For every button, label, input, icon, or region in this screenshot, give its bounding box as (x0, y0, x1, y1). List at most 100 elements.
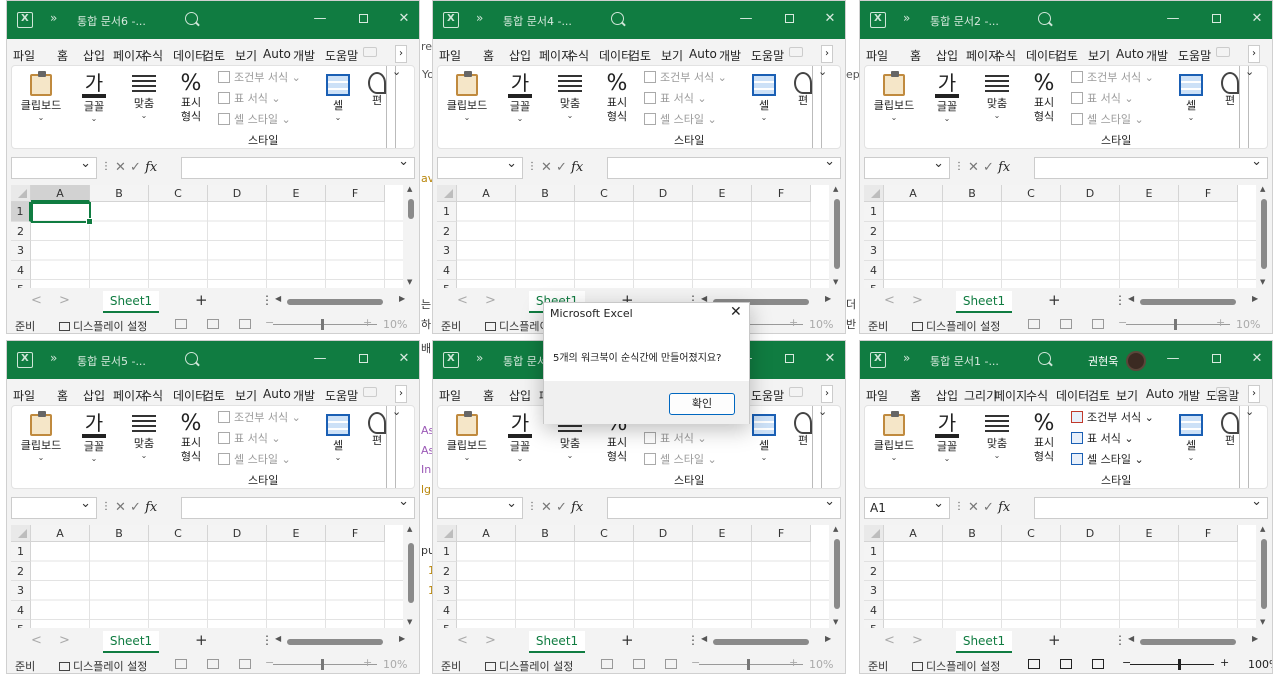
editing-button[interactable]: 편 (368, 70, 386, 108)
close-button[interactable]: ✕ (395, 10, 413, 28)
ribbon-tab[interactable]: 수식 (1026, 387, 1048, 404)
normal-view-icon[interactable] (175, 659, 187, 669)
add-sheet-button[interactable]: + (621, 631, 634, 649)
avatar[interactable] (1126, 351, 1146, 371)
column-header[interactable]: F (752, 525, 811, 542)
prev-sheet-icon[interactable]: < (884, 633, 895, 648)
row-header[interactable]: 4 (11, 260, 31, 280)
ribbon-tab[interactable]: 검토 (203, 47, 225, 64)
font-button[interactable]: 가 글꼴 ⌄ (927, 70, 967, 124)
cell-style-button[interactable]: 셀 스타일 ⌄ (644, 112, 734, 133)
more-icon[interactable]: ⋮ (1114, 293, 1126, 307)
ribbon-scroll[interactable] (812, 406, 822, 488)
next-sheet-icon[interactable]: > (485, 293, 496, 308)
ribbon-tab[interactable]: 파일 (439, 47, 461, 64)
ribbon-tab[interactable]: 파일 (13, 387, 35, 404)
ribbon-scroll[interactable] (1239, 66, 1249, 148)
table-format-button[interactable]: 표 서식 ⌄ (218, 91, 308, 112)
more-icon[interactable]: ⋮ (527, 161, 537, 172)
tabs-scroll-right-icon[interactable]: › (1248, 385, 1260, 403)
ribbon-tab[interactable]: 도움말 (1178, 47, 1211, 64)
number-format-button[interactable]: % 표시 형식 (1023, 70, 1065, 124)
close-button[interactable]: ✕ (1248, 350, 1266, 368)
close-button[interactable]: ✕ (821, 10, 839, 28)
maximize-button[interactable] (354, 350, 372, 368)
vertical-scrollbar[interactable]: ▲ ▼ (405, 185, 417, 288)
title-bar[interactable]: » 통합 문서1 -... — ✕ 권현욱 (860, 341, 1272, 379)
ribbon-tab[interactable]: 개발 (1146, 47, 1168, 64)
page-break-view-icon[interactable] (1092, 319, 1104, 329)
zoom-in-icon[interactable]: + (363, 656, 372, 669)
comments-icon[interactable] (363, 47, 377, 57)
ribbon-tab[interactable]: 그리기 (964, 387, 997, 404)
scroll-left-icon[interactable]: ◀ (1128, 634, 1134, 643)
search-icon[interactable] (185, 12, 198, 25)
ribbon-tab[interactable]: 도움말 (325, 47, 358, 64)
row-header[interactable]: 3 (864, 241, 884, 261)
add-sheet-button[interactable]: + (1048, 631, 1061, 649)
scroll-left-icon[interactable]: ◀ (1128, 294, 1134, 303)
prev-sheet-icon[interactable]: < (31, 633, 42, 648)
column-header[interactable]: E (693, 185, 752, 202)
ribbon-tab[interactable]: 수식 (141, 387, 163, 404)
row-header[interactable]: 5 (11, 280, 31, 288)
add-sheet-button[interactable]: + (195, 291, 208, 309)
maximize-button[interactable] (354, 10, 372, 28)
search-icon[interactable] (1038, 352, 1051, 365)
ribbon-tab[interactable]: 파일 (439, 387, 461, 404)
insert-function-icon[interactable]: fx (571, 500, 583, 515)
ribbon-tab[interactable]: 수식 (141, 47, 163, 64)
tabs-scroll-right-icon[interactable]: › (395, 45, 407, 63)
column-header[interactable]: C (149, 185, 208, 202)
name-box[interactable] (864, 154, 950, 179)
ribbon-tab[interactable]: 파일 (13, 47, 35, 64)
comments-icon[interactable] (363, 387, 377, 397)
page-layout-view-icon[interactable] (633, 659, 645, 669)
column-header[interactable]: D (208, 525, 267, 542)
cancel-icon[interactable]: ✕ (968, 160, 979, 175)
title-bar[interactable]: » 통합 문서2 -... — ✕ (860, 1, 1272, 39)
display-settings-button[interactable]: 디스플레이 설정 (912, 658, 1000, 673)
more-icon[interactable]: ⋮ (101, 161, 111, 172)
column-header[interactable]: A (457, 525, 516, 542)
cells-button[interactable]: 셀 ⌄ (744, 70, 784, 123)
formula-input[interactable] (181, 154, 415, 179)
select-all-corner[interactable] (864, 525, 884, 542)
ribbon-tab[interactable]: 수식 (994, 47, 1016, 64)
display-settings-button[interactable]: 디스플레이 설정 (912, 318, 1000, 333)
scroll-down-icon[interactable]: ▼ (833, 618, 838, 626)
page-break-view-icon[interactable] (239, 659, 251, 669)
maximize-button[interactable] (1207, 10, 1225, 28)
row-header[interactable]: 2 (864, 221, 884, 241)
row-header[interactable]: 1 (864, 202, 884, 222)
ribbon-tab[interactable]: 삽입 (83, 387, 105, 404)
next-sheet-icon[interactable]: > (59, 293, 70, 308)
font-button[interactable]: 가 글꼴 ⌄ (927, 410, 967, 464)
vertical-scrollbar[interactable]: ▲ ▼ (1258, 525, 1270, 628)
collapse-ribbon-icon[interactable]: ⌄ (392, 405, 401, 418)
normal-view-icon[interactable] (601, 659, 613, 669)
column-header[interactable]: F (1179, 185, 1238, 202)
horizontal-scrollbar[interactable]: ◀ ▶ (1126, 294, 1262, 307)
row-header[interactable]: 1 (11, 202, 31, 222)
row-header[interactable]: 5 (864, 620, 884, 628)
ribbon-tab[interactable]: Auto (263, 387, 291, 401)
quick-access-chevron-icon[interactable]: » (50, 11, 57, 25)
vertical-scrollbar[interactable]: ▲ ▼ (1258, 185, 1270, 288)
ribbon-tab[interactable]: 검토 (629, 47, 651, 64)
insert-function-icon[interactable]: fx (145, 160, 157, 175)
clipboard-button[interactable]: 클립보드 ⌄ (869, 410, 919, 463)
zoom-slider[interactable] (273, 319, 377, 330)
scroll-right-icon[interactable]: ▶ (825, 294, 831, 303)
table-format-button[interactable]: 표 서식 ⌄ (644, 431, 734, 452)
worksheet-grid[interactable]: ABCDEF 12345 (864, 185, 1256, 288)
ribbon-tab[interactable]: 검토 (203, 387, 225, 404)
vertical-scroll-thumb[interactable] (1261, 539, 1267, 609)
ribbon-tab[interactable]: 검토 (1088, 387, 1110, 404)
ribbon-tab[interactable]: 삽입 (83, 47, 105, 64)
font-button[interactable]: 가 글꼴 ⌄ (500, 70, 540, 124)
ribbon-tab[interactable]: 보기 (235, 47, 257, 64)
number-format-button[interactable]: % 표시 형식 (1023, 410, 1065, 464)
search-icon[interactable] (1038, 12, 1051, 25)
next-sheet-icon[interactable]: > (912, 633, 923, 648)
